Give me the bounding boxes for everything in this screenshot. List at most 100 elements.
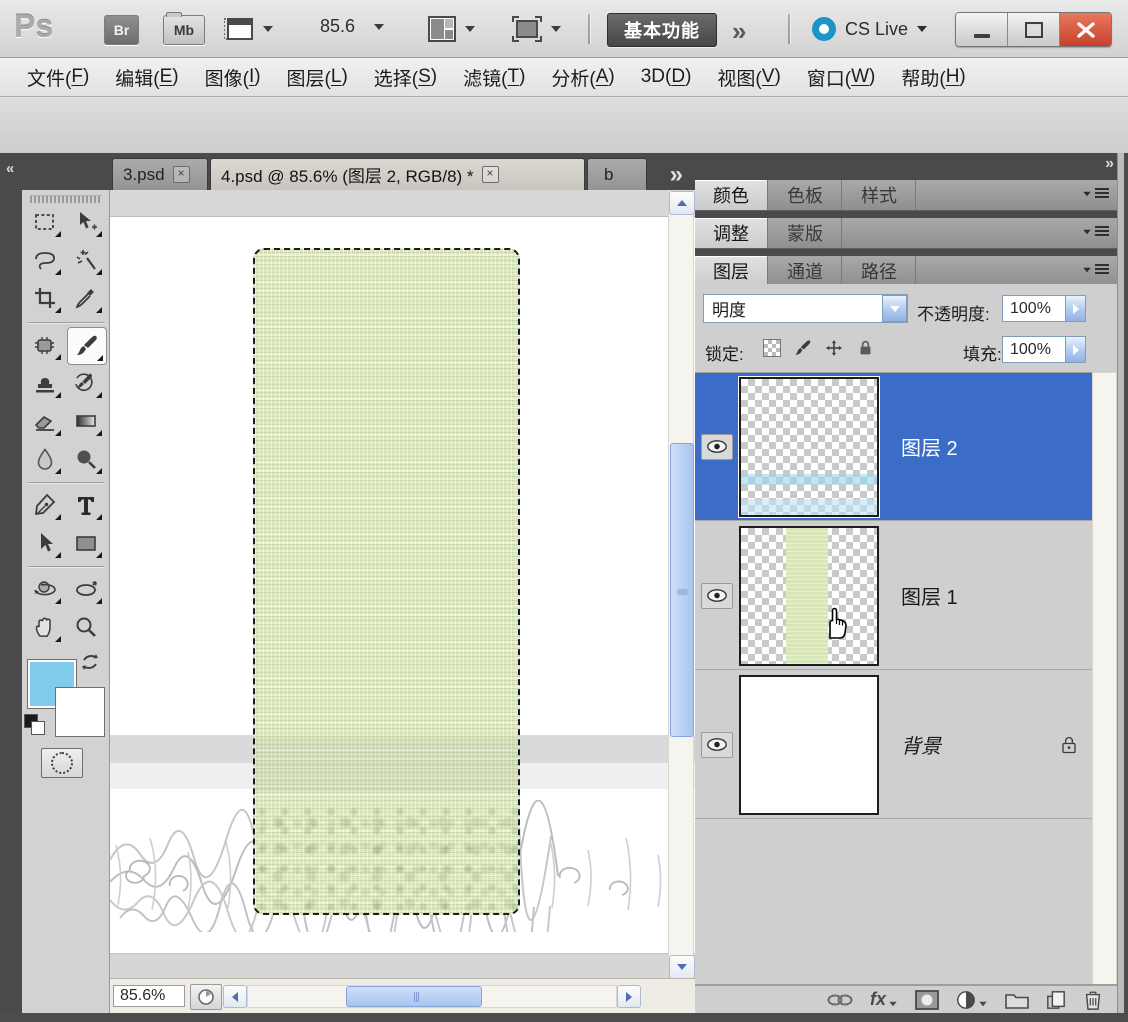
layer-thumbnail[interactable]: [739, 526, 879, 666]
tab-layers[interactable]: 图层: [695, 256, 768, 286]
move-tool[interactable]: [67, 204, 105, 240]
rectangular-marquee-tool[interactable]: [26, 204, 64, 240]
quick-mask-button[interactable]: [41, 748, 83, 778]
menu-item-view[interactable]: 视图(V): [704, 58, 793, 96]
lock-transparency-icon[interactable]: [761, 338, 783, 358]
tab-masks[interactable]: 蒙版: [769, 218, 842, 248]
new-group-button[interactable]: [1005, 990, 1029, 1009]
dropdown-button[interactable]: [882, 295, 907, 322]
menu-item-3d[interactable]: 3D(D): [628, 58, 705, 96]
collapse-panel-chevron[interactable]: «: [6, 160, 12, 177]
workspace-overflow-button[interactable]: »: [732, 16, 746, 47]
default-colors-icon[interactable]: [24, 714, 46, 734]
maximize-button[interactable]: [1008, 13, 1060, 46]
eyedropper-tool[interactable]: [67, 280, 105, 316]
layer-row-background[interactable]: 背景: [695, 671, 1092, 819]
delete-layer-button[interactable]: [1083, 989, 1103, 1011]
panel-menu-button[interactable]: [1082, 226, 1109, 237]
panel-menu-button[interactable]: [1082, 188, 1109, 199]
link-layers-button[interactable]: [827, 993, 853, 1007]
new-layer-button[interactable]: [1046, 990, 1066, 1010]
scroll-up-button[interactable]: [669, 191, 695, 215]
canvas-vertical-scrollbar[interactable]: [668, 190, 694, 978]
type-tool[interactable]: [67, 487, 105, 523]
tab-paths[interactable]: 路径: [843, 256, 916, 286]
expand-panels-chevron[interactable]: »: [1105, 155, 1114, 173]
document-tab[interactable]: b: [587, 158, 647, 190]
add-layer-mask-button[interactable]: [915, 990, 939, 1010]
gradient-tool[interactable]: [67, 403, 105, 439]
layer-blend-mode-select[interactable]: 明度: [703, 294, 908, 323]
magic-wand-tool[interactable]: [67, 242, 105, 278]
zoom-level-control[interactable]: 85.6: [320, 16, 384, 37]
visibility-toggle[interactable]: [701, 434, 733, 460]
hand-tool[interactable]: [26, 609, 64, 645]
tab-overflow-chevron[interactable]: »: [670, 161, 683, 189]
menu-item-help[interactable]: 帮助(H): [888, 58, 978, 96]
document-canvas[interactable]: [110, 190, 695, 978]
background-color-swatch[interactable]: [56, 688, 104, 736]
menu-item-edit[interactable]: 编辑(E): [102, 58, 191, 96]
adjustment-layer-button[interactable]: [956, 990, 988, 1010]
visibility-toggle[interactable]: [701, 732, 733, 758]
workspace-switcher-button[interactable]: 基本功能: [607, 13, 717, 47]
burn-tool[interactable]: [67, 441, 105, 477]
selection-marching-ants[interactable]: [253, 248, 520, 915]
panel-menu-button[interactable]: [1082, 264, 1109, 275]
cs-live-button[interactable]: CS Live: [812, 15, 927, 43]
layer-style-button[interactable]: fx: [870, 989, 898, 1010]
layer-opacity-stepper[interactable]: [1065, 295, 1086, 322]
menu-item-image[interactable]: 图像(I): [192, 58, 274, 96]
3d-orbit-tool[interactable]: [67, 571, 105, 607]
layer-name[interactable]: 图层 1: [901, 581, 958, 610]
layer-row-layer2[interactable]: 图层 2: [695, 373, 1092, 521]
menu-item-filter[interactable]: 滤镜(T): [450, 58, 538, 96]
zoom-tool[interactable]: [67, 609, 105, 645]
tab-adjustments[interactable]: 调整: [695, 218, 768, 248]
arrange-documents-button[interactable]: [428, 16, 475, 42]
layer-opacity-field[interactable]: 100%: [1002, 295, 1066, 322]
scroll-down-button[interactable]: [669, 955, 695, 979]
tab-swatches[interactable]: 色板: [769, 180, 842, 210]
rectangle-shape-tool[interactable]: [67, 525, 105, 561]
layer-name[interactable]: 图层 2: [901, 432, 958, 461]
menu-item-analysis[interactable]: 分析(A): [538, 58, 627, 96]
status-zoom-field[interactable]: 85.6%: [113, 985, 185, 1007]
healing-brush-tool[interactable]: [26, 327, 64, 363]
scroll-left-button[interactable]: [223, 985, 247, 1008]
layer-thumbnail[interactable]: [739, 377, 879, 517]
mini-bridge-button[interactable]: Mb: [163, 15, 205, 45]
lock-all-icon[interactable]: [854, 338, 876, 358]
layer-name[interactable]: 背景: [901, 730, 941, 759]
horizontal-scroll-thumb[interactable]: [346, 986, 482, 1007]
close-tab-icon[interactable]: ×: [482, 166, 499, 183]
screen-mode-button[interactable]: [512, 16, 561, 42]
layer-thumbnail[interactable]: [739, 675, 879, 815]
crop-tool[interactable]: [26, 280, 64, 316]
close-tab-icon[interactable]: ×: [173, 166, 190, 183]
menu-item-window[interactable]: 窗口(W): [794, 58, 889, 96]
document-tab-active[interactable]: 4.psd @ 85.6% (图层 2, RGB/8) * ×: [210, 158, 585, 190]
history-brush-tool[interactable]: [67, 365, 105, 401]
blur-tool[interactable]: [26, 441, 64, 477]
3d-rotate-tool[interactable]: [26, 571, 64, 607]
menu-item-select[interactable]: 选择(S): [361, 58, 450, 96]
layers-scrollbar[interactable]: [1092, 372, 1117, 986]
path-selection-tool[interactable]: [26, 525, 64, 561]
menu-item-file[interactable]: 文件(F): [14, 58, 102, 96]
clone-stamp-tool[interactable]: [26, 365, 64, 401]
toolbox-grip[interactable]: [30, 195, 102, 203]
lasso-tool[interactable]: [26, 242, 64, 278]
layer-fill-field[interactable]: 100%: [1002, 336, 1066, 363]
document-tab[interactable]: 3.psd ×: [112, 158, 208, 190]
swap-colors-icon[interactable]: [80, 652, 102, 672]
tab-color[interactable]: 颜色: [695, 180, 768, 210]
tab-channels[interactable]: 通道: [769, 256, 842, 286]
horizontal-scroll-track[interactable]: [247, 985, 617, 1008]
minimize-button[interactable]: [956, 13, 1008, 46]
status-info-button[interactable]: [190, 984, 222, 1010]
layer-fill-stepper[interactable]: [1065, 336, 1086, 363]
scroll-right-button[interactable]: [617, 985, 641, 1008]
pen-tool[interactable]: [26, 487, 64, 523]
lock-position-icon[interactable]: [823, 338, 845, 358]
